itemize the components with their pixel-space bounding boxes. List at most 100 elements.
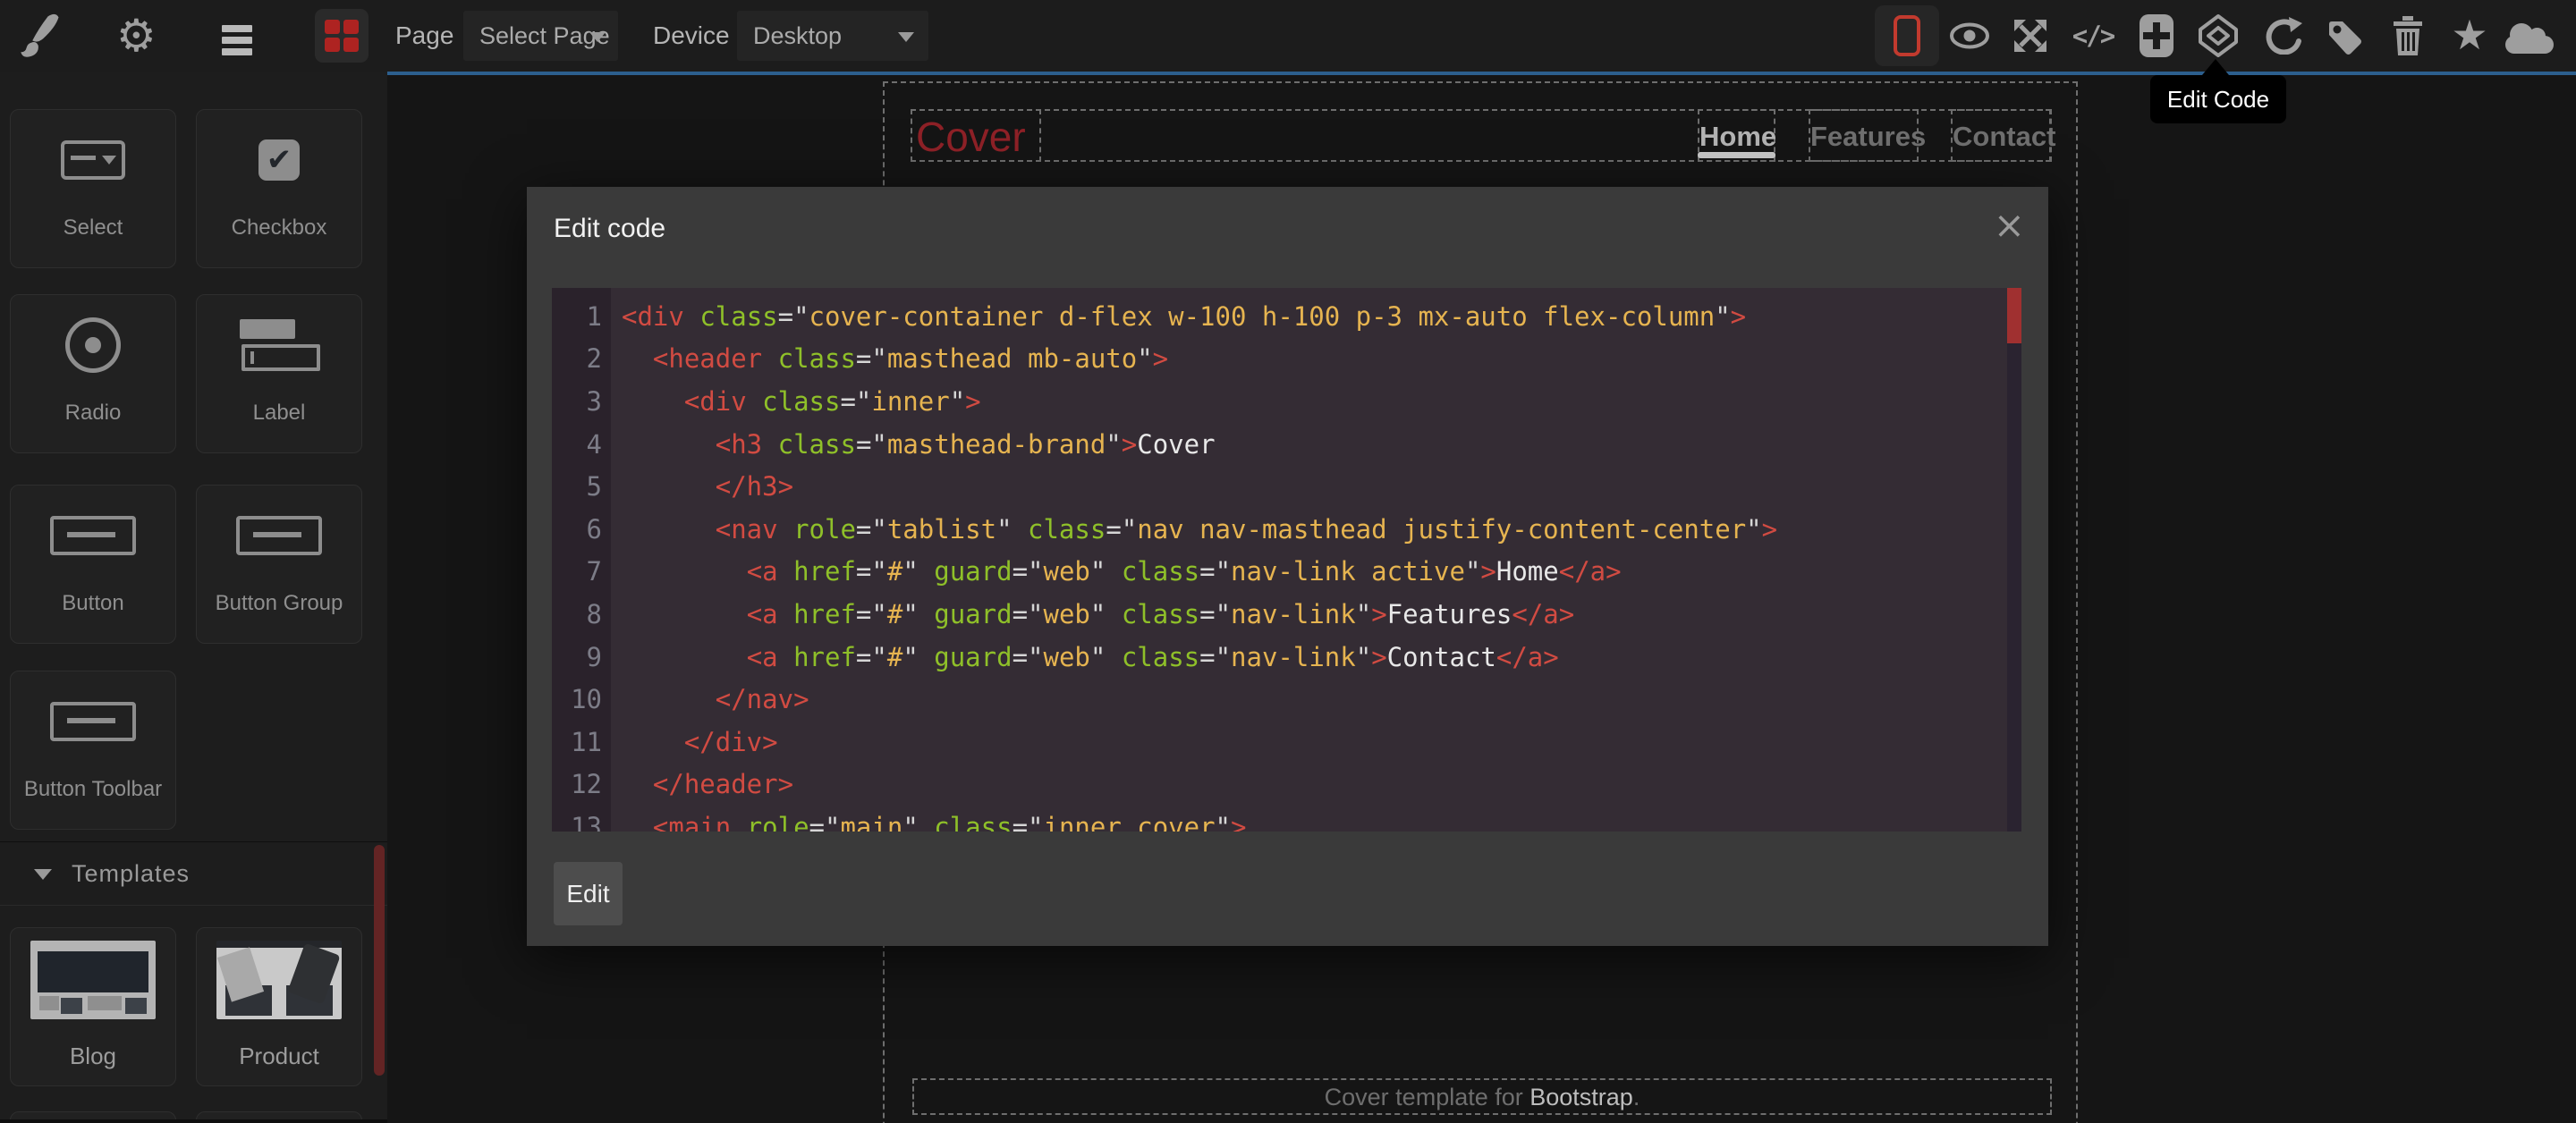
caret-down-icon [34, 869, 52, 880]
component-item-button-toolbar[interactable]: Button Toolbar [10, 671, 176, 830]
nav-link-features[interactable]: Features [1809, 109, 1919, 162]
line-number: 10 [552, 684, 611, 714]
blog-thumbnail [30, 941, 156, 1019]
component-label: Button [11, 591, 175, 616]
code-line[interactable]: 6 <nav role="tablist" class="nav nav-mas… [552, 508, 2007, 551]
line-number: 12 [552, 769, 611, 799]
component-label: Radio [11, 401, 175, 426]
cloud-icon[interactable] [2505, 36, 2554, 54]
checkbox-icon [258, 139, 300, 181]
code-line[interactable]: 9 <a href="#" guard="web" class="nav-lin… [552, 636, 2007, 679]
line-number: 7 [552, 556, 611, 587]
line-number: 9 [552, 642, 611, 672]
code-line[interactable]: 11 </div> [552, 721, 2007, 764]
component-item-radio[interactable]: Radio [10, 294, 176, 453]
template-item-clipped[interactable] [196, 1111, 362, 1119]
components-sidebar: Select Checkbox Radio Label Button Button Gro… [0, 72, 387, 1119]
code-line-content: </h3> [611, 471, 793, 502]
eye-icon[interactable] [1949, 22, 1990, 49]
nav-link-contact[interactable]: Contact [1951, 109, 2051, 162]
brand-box[interactable]: Cover [911, 109, 1041, 162]
template-label: Blog [11, 1043, 175, 1070]
component-item-label[interactable]: Label [196, 294, 362, 453]
brand-title: Cover [916, 113, 1043, 162]
code-line[interactable]: 4 <h3 class="masthead-brand">Cover [552, 423, 2007, 466]
device-select-dropdown[interactable]: Desktop [737, 11, 928, 61]
page-label: Page [395, 0, 453, 72]
cover-footer-box[interactable]: Cover template for Bootstrap. [912, 1078, 2052, 1115]
code-line[interactable]: 13 <main role="main" class="inner cover"… [552, 806, 2007, 832]
template-label: Product [197, 1043, 361, 1070]
code-line-content: <main role="main" class="inner cover"> [611, 812, 1246, 832]
editor-scrollbar-thumb[interactable] [2007, 288, 2021, 343]
button-group-icon [236, 516, 322, 555]
codepen-icon[interactable] [2198, 13, 2239, 58]
sidebar-scrollbar-thumb[interactable] [374, 845, 385, 1076]
code-line-content: </nav> [611, 684, 809, 714]
page-select-dropdown[interactable]: Select Page [463, 11, 618, 61]
code-line[interactable]: 10 </nav> [552, 678, 2007, 721]
mobile-frame-icon[interactable] [1875, 5, 1939, 66]
line-number: 6 [552, 514, 611, 545]
grid-square [343, 38, 359, 52]
grid-square [343, 20, 359, 34]
component-label: Label [197, 401, 361, 426]
active-nav-underline [1698, 152, 1775, 158]
menu-icon[interactable] [222, 21, 252, 60]
code-line-content: <h3 class="masthead-brand">Cover [611, 429, 1216, 460]
top-toolbar: ⚙ Page Select Page Device Desktop </> [0, 0, 2576, 72]
code-line[interactable]: 3 <div class="inner"> [552, 380, 2007, 423]
edit-code-modal: Edit code × 1<div class="cover-container… [527, 187, 2048, 946]
component-item-button-group[interactable]: Button Group [196, 485, 362, 644]
brush-icon[interactable] [18, 13, 64, 59]
component-item-checkbox[interactable]: Checkbox [196, 109, 362, 268]
code-icon[interactable]: </> [2063, 0, 2123, 72]
chevron-down-icon [898, 32, 914, 42]
star-icon[interactable]: ★ [2446, 0, 2493, 70]
close-icon[interactable]: × [1994, 203, 2025, 247]
chevron-down-icon [589, 32, 606, 42]
template-item-product[interactable]: Product [196, 927, 362, 1086]
code-line[interactable]: 1<div class="cover-container d-flex w-10… [552, 295, 2007, 338]
gear-icon[interactable]: ⚙ [116, 0, 157, 72]
line-number: 4 [552, 429, 611, 460]
mobile-frame-outline [1894, 15, 1920, 56]
code-line-content: <a href="#" guard="web" class="nav-link … [611, 556, 1622, 587]
templates-section-label: Templates [72, 842, 190, 905]
component-label: Select [11, 215, 175, 241]
reload-icon[interactable] [2264, 17, 2303, 55]
component-item-select[interactable]: Select [10, 109, 176, 268]
trash-icon[interactable] [2392, 16, 2424, 55]
button-icon [50, 516, 136, 555]
tooltip-arrow [2202, 59, 2229, 75]
device-label: Device [653, 0, 730, 72]
line-number: 1 [552, 301, 611, 332]
line-number: 5 [552, 471, 611, 502]
code-line-content: <header class="masthead mb-auto"> [611, 343, 1168, 374]
edit-code-tooltip: Edit Code [2150, 75, 2286, 123]
component-item-button[interactable]: Button [10, 485, 176, 644]
code-line[interactable]: 7 <a href="#" guard="web" class="nav-lin… [552, 551, 2007, 594]
code-line[interactable]: 5 </h3> [552, 465, 2007, 508]
grid-square [325, 20, 340, 34]
device-select-value: Desktop [753, 22, 842, 49]
template-item-blog[interactable]: Blog [10, 927, 176, 1086]
code-editor[interactable]: 1<div class="cover-container d-flex w-10… [552, 288, 2021, 832]
tag-icon[interactable] [2326, 18, 2363, 55]
component-label: Checkbox [197, 215, 361, 241]
footer-period: . [1633, 1084, 1640, 1110]
select-icon [61, 140, 125, 180]
template-item-clipped[interactable] [10, 1111, 176, 1119]
bootstrap-link[interactable]: Bootstrap [1530, 1084, 1633, 1110]
add-plus-icon[interactable] [2140, 14, 2174, 57]
footer-text: Cover template for [1325, 1084, 1530, 1110]
edit-button[interactable]: Edit [554, 862, 623, 925]
templates-section-header[interactable]: Templates [0, 842, 387, 906]
code-line[interactable]: 12 </header> [552, 764, 2007, 806]
expand-icon[interactable] [2012, 18, 2048, 54]
code-line[interactable]: 2 <header class="masthead mb-auto"> [552, 338, 2007, 381]
components-grid-icon[interactable] [315, 9, 369, 63]
code-line[interactable]: 8 <a href="#" guard="web" class="nav-lin… [552, 593, 2007, 636]
editor-scrollbar-track[interactable] [2007, 288, 2021, 832]
code-line-content: <div class="cover-container d-flex w-100… [611, 301, 1746, 332]
